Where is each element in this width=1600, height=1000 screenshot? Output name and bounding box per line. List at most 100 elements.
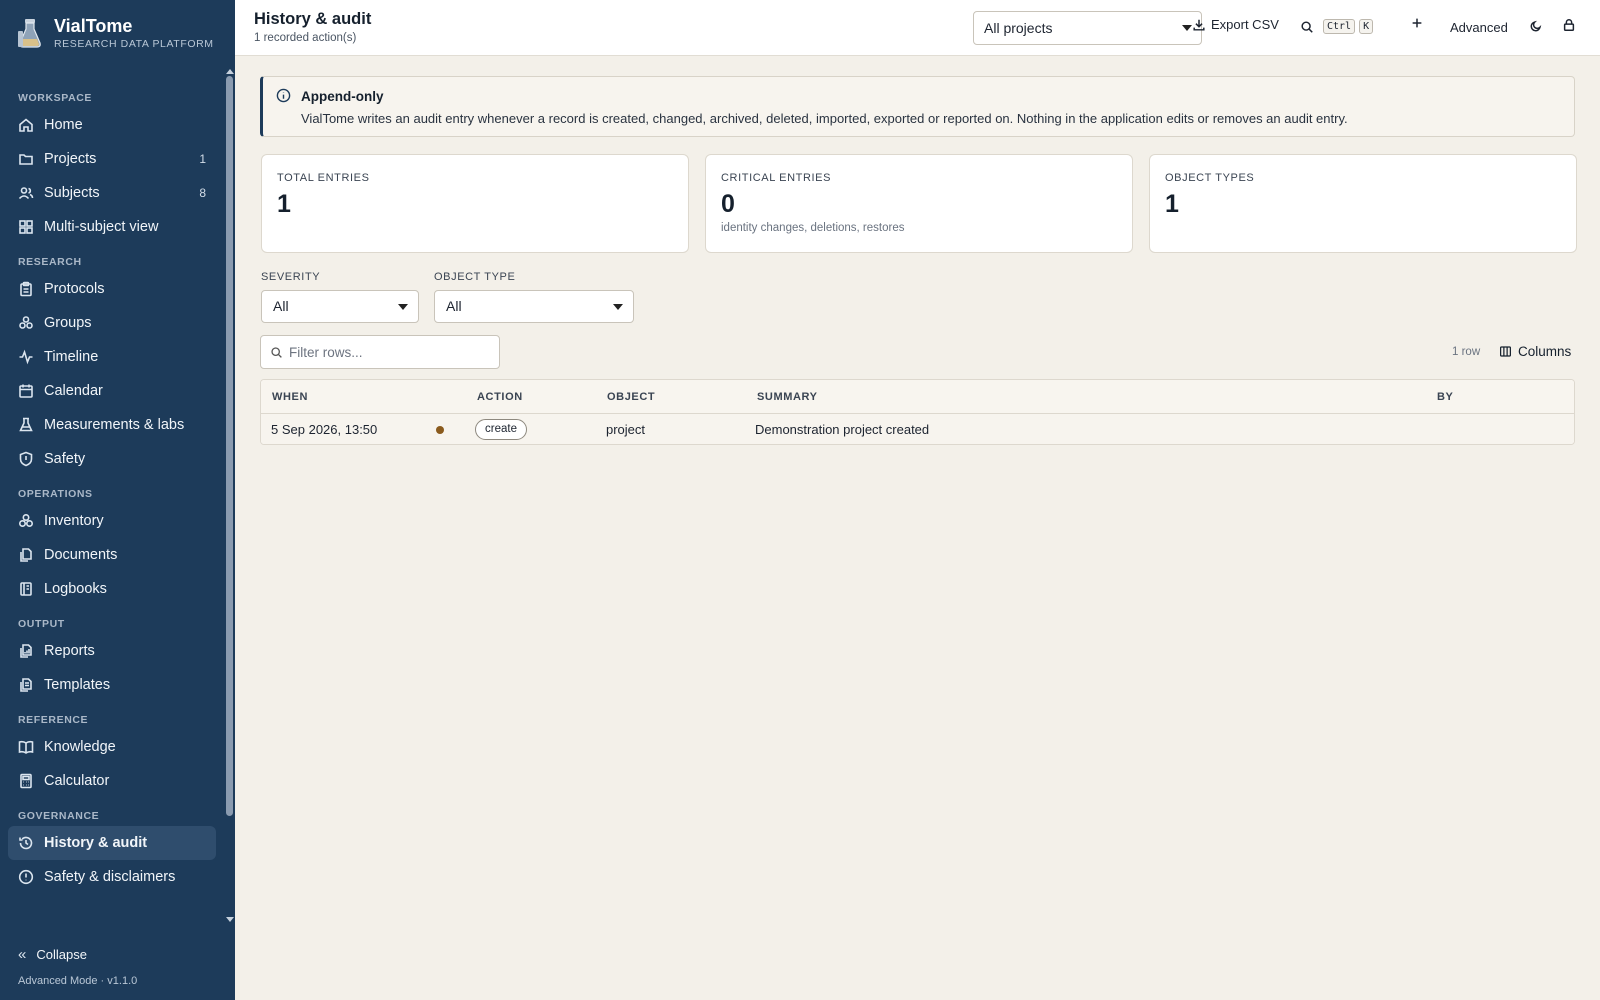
column-header-summary[interactable]: SUMMARY [757,391,818,403]
table-header: WHEN ACTION OBJECT SUMMARY BY [261,380,1574,414]
lock-icon [1563,19,1575,31]
folder-icon [18,151,34,167]
sidebar-scrollbar[interactable] [224,68,235,930]
sidebar-item-safety[interactable]: Safety [8,442,216,476]
collapse-sidebar-button[interactable]: « Collapse [18,946,87,963]
moon-icon [1530,20,1542,32]
app-tagline: RESEARCH DATA PLATFORM [54,38,214,50]
column-header-object[interactable]: OBJECT [607,391,655,403]
count-badge: 8 [199,186,206,200]
nav-section-governance: GOVERNANCE [18,810,100,822]
project-select[interactable]: All projects [973,11,1202,45]
columns-button[interactable]: Columns [1499,344,1571,359]
stat-card-total: TOTAL ENTRIES 1 [261,154,689,253]
sidebar-item-projects[interactable]: Projects 1 [8,142,216,176]
column-header-by[interactable]: BY [1437,391,1453,403]
users-icon [18,185,34,201]
sidebar-item-label: Calculator [44,773,110,789]
nav-section-reference: REFERENCE [18,714,89,726]
stat-card-critical: CRITICAL ENTRIES 0 identity changes, del… [705,154,1133,253]
theme-toggle-button[interactable] [1529,19,1548,33]
sidebar-item-groups[interactable]: Groups [8,306,216,340]
calendar-icon [18,383,34,399]
sidebar-item-knowledge[interactable]: Knowledge [8,730,216,764]
sidebar-item-templates[interactable]: Templates [8,668,216,702]
severity-dot-icon [436,426,444,434]
sidebar-item-multi-subject-view[interactable]: Multi-subject view [8,210,216,244]
audit-table: WHEN ACTION OBJECT SUMMARY BY 5 Sep 2026… [260,379,1575,445]
object-type-filter-select[interactable]: All [434,290,634,323]
info-icon [276,88,291,103]
nav-section-workspace: WORKSPACE [18,92,93,104]
columns-icon [1500,346,1511,357]
alert-icon [18,869,34,885]
advanced-mode-button[interactable]: Advanced [1450,20,1508,35]
sidebar-item-calendar[interactable]: Calendar [8,374,216,408]
groups-icon [18,315,34,331]
sidebar-item-label: Knowledge [44,739,116,755]
home-icon [18,117,34,133]
add-button[interactable] [1410,16,1429,30]
stat-card-object-types: OBJECT TYPES 1 [1149,154,1577,253]
command-search-button[interactable]: Ctrl K [1300,19,1374,34]
notice-text: VialTome writes an audit entry whenever … [301,111,1348,126]
sidebar-item-label: Subjects [44,185,100,201]
severity-filter-select[interactable]: All [261,290,419,323]
history-icon [18,835,34,851]
report-icon [18,643,34,659]
sidebar-item-label: Safety & disclaimers [44,869,176,885]
sidebar-item-label: Projects [44,151,97,167]
scrollbar-thumb[interactable] [226,76,233,816]
sidebar-item-reports[interactable]: Reports [8,634,216,668]
app-name: VialTome [54,16,133,36]
sidebar-item-measurements-and-labs[interactable]: Measurements & labs [8,408,216,442]
scroll-up-arrow-icon[interactable] [226,69,234,74]
search-icon [271,347,282,358]
column-header-when[interactable]: WHEN [272,391,308,403]
book-icon [18,739,34,755]
sidebar-item-subjects[interactable]: Subjects 8 [8,176,216,210]
collapse-label: Collapse [36,947,87,962]
sidebar-item-label: Reports [44,643,95,659]
sidebar-item-label: Logbooks [44,581,107,597]
cell-when: 5 Sep 2026, 13:50 [271,422,378,437]
sidebar-item-label: Measurements & labs [44,417,185,433]
filter-rows-input[interactable] [289,336,494,368]
clipboard-icon [18,281,34,297]
caret-down-icon [398,304,408,310]
row-count: 1 row [1452,346,1481,358]
sidebar: VialTome RESEARCH DATA PLATFORM WORKSPAC… [0,0,235,1000]
lock-button[interactable] [1562,18,1581,32]
scroll-down-arrow-icon[interactable] [226,917,234,922]
sidebar-item-inventory[interactable]: Inventory [8,504,216,538]
column-header-action[interactable]: ACTION [477,391,523,403]
columns-label: Columns [1518,344,1572,359]
shield-icon [18,451,34,467]
sidebar-item-label: Templates [44,677,111,693]
filter-rows-field[interactable] [260,335,500,369]
notice-title: Append-only [301,89,384,104]
severity-filter-value: All [273,298,289,314]
sidebar-item-history-and-audit[interactable]: History & audit [8,826,216,860]
object-type-filter-value: All [446,298,462,314]
sidebar-item-documents[interactable]: Documents [8,538,216,572]
sidebar-item-calculator[interactable]: Calculator [8,764,216,798]
caret-down-icon [613,304,623,310]
sidebar-item-timeline[interactable]: Timeline [8,340,216,374]
severity-filter-label: SEVERITY [261,271,321,283]
sidebar-item-home[interactable]: Home [8,108,216,142]
export-csv-label: Export CSV [1211,17,1279,32]
boxes-icon [18,513,34,529]
sidebar-nav: WORKSPACE Home Projects 1 Subjects 8 Multi-sub… [0,78,224,930]
export-csv-button[interactable]: Export CSV [1192,17,1279,32]
stat-value: 1 [277,190,291,218]
sidebar-item-protocols[interactable]: Protocols [8,272,216,306]
brand[interactable]: VialTome RESEARCH DATA PLATFORM [16,16,214,50]
sidebar-item-label: Documents [44,547,118,563]
append-only-notice: Append-only VialTome writes an audit ent… [260,76,1575,137]
count-badge: 1 [199,152,206,166]
sidebar-item-safety-and-disclaimers[interactable]: Safety & disclaimers [8,860,216,894]
table-row[interactable]: 5 Sep 2026, 13:50 create project Demonst… [261,414,1574,444]
nav-section-research: RESEARCH [18,256,82,268]
sidebar-item-logbooks[interactable]: Logbooks [8,572,216,606]
